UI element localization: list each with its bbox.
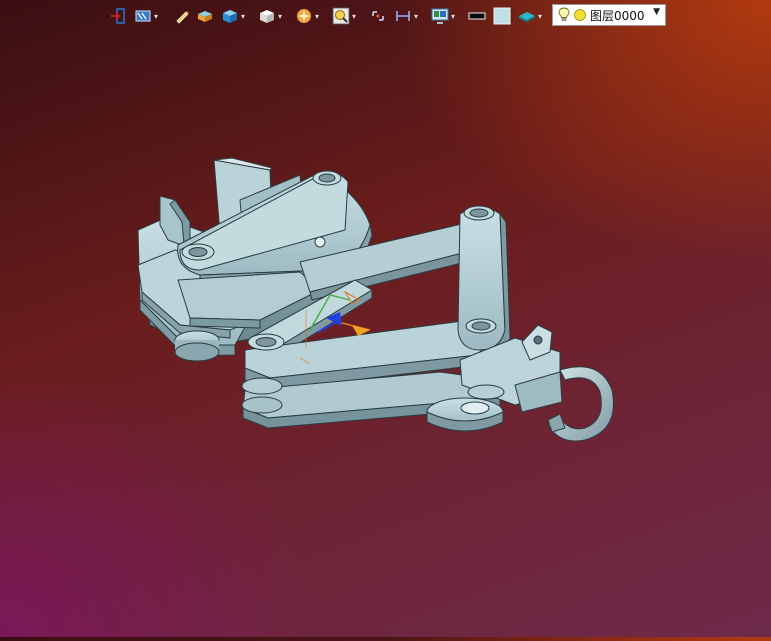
- star-render-icon: [297, 9, 311, 23]
- toolbar-group: [196, 6, 214, 26]
- chevron-down-icon[interactable]: ▾: [239, 6, 247, 26]
- snap-icon: [372, 11, 384, 21]
- toolbar-group: [109, 6, 127, 26]
- sun-icon: [574, 9, 586, 21]
- toolbar-group: ▾: [221, 6, 247, 26]
- cube-view-button[interactable]: [258, 6, 276, 26]
- box-solid-icon: [198, 11, 212, 22]
- bottom-hub-inner: [460, 401, 490, 415]
- fill-color-icon: [493, 7, 511, 25]
- toolbar-group: [369, 6, 387, 26]
- toolbar-group: [173, 6, 191, 26]
- lightbulb-icon: [558, 7, 570, 21]
- plane-button[interactable]: [518, 6, 536, 26]
- pencil-button[interactable]: [173, 6, 191, 26]
- grab-mechanism-model[interactable]: [137, 157, 614, 442]
- render-button[interactable]: [295, 6, 313, 26]
- display-icon: [431, 8, 449, 24]
- model-canvas: [137, 157, 614, 442]
- chevron-down-icon[interactable]: ▼: [653, 7, 660, 17]
- toolbar-group: ▾: [431, 6, 457, 26]
- mid-plate-1-edge: [189, 317, 261, 329]
- toolbar-group: ▾: [258, 6, 284, 26]
- chevron-down-icon[interactable]: ▾: [536, 6, 544, 26]
- toolbar-group: ▾: [518, 6, 544, 26]
- toolbar-group: [493, 6, 511, 26]
- line-color-icon: [468, 12, 486, 20]
- snap-button[interactable]: [369, 6, 387, 26]
- plane-icon: [519, 12, 535, 22]
- chevron-down-icon[interactable]: ▾: [412, 6, 420, 26]
- layer-name: 图层0000: [590, 8, 645, 23]
- line-color-button[interactable]: [468, 6, 486, 26]
- dimension-button[interactable]: [394, 6, 412, 26]
- toolbar-group: ▾: [295, 6, 321, 26]
- toolbar-group: ▾: [394, 6, 420, 26]
- blue-box-button[interactable]: [221, 6, 239, 26]
- main-toolbar: ▾ ▾ ▾ ▾ ▾ ▾ ▾ ▾ 图层0000 ▼: [0, 0, 771, 32]
- chevron-down-icon[interactable]: ▾: [350, 6, 358, 26]
- exit-icon: [111, 8, 125, 24]
- zoom-icon: [332, 7, 350, 25]
- pin-hole: [314, 236, 326, 248]
- chevron-down-icon[interactable]: ▾: [313, 6, 321, 26]
- zoom-button[interactable]: [332, 6, 350, 26]
- fill-color-button[interactable]: [493, 6, 511, 26]
- toolbar-group: ▾: [332, 6, 358, 26]
- display-button[interactable]: [431, 6, 449, 26]
- chevron-down-icon[interactable]: ▾: [276, 6, 284, 26]
- pivot-bottom-left-base: [174, 342, 220, 362]
- toolbar-group: ▾: [134, 6, 160, 26]
- dimension-icon: [396, 11, 410, 21]
- chevron-down-icon[interactable]: ▾: [152, 6, 160, 26]
- film-button[interactable]: [134, 6, 152, 26]
- 3d-viewport[interactable]: [0, 32, 771, 637]
- pencil-icon: [176, 11, 189, 24]
- clevis-hole: [533, 335, 543, 345]
- exit-button[interactable]: [109, 6, 127, 26]
- chevron-down-icon[interactable]: ▾: [449, 6, 457, 26]
- solid-box-button[interactable]: [196, 6, 214, 26]
- cube-view-icon: [260, 10, 274, 23]
- layer-dropdown[interactable]: 图层0000 ▼: [552, 4, 666, 26]
- film-icon: [135, 10, 151, 22]
- toolbar-group: [468, 6, 486, 26]
- box-blue-icon: [223, 10, 237, 23]
